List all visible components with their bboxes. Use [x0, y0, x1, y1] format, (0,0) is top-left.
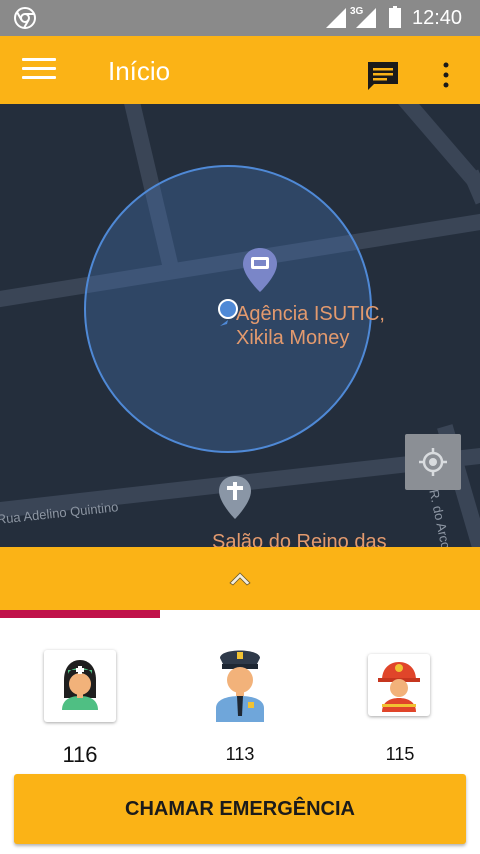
- service-police[interactable]: 113: [160, 618, 320, 768]
- police-officer-icon: [208, 642, 272, 722]
- locate-me-icon: [419, 448, 447, 476]
- cell-signal-icon: [356, 8, 376, 28]
- chrome-icon: [14, 7, 36, 29]
- service-number-115: 115: [385, 744, 415, 764]
- selected-tab-indicator: [0, 610, 160, 618]
- chevron-up-icon[interactable]: [229, 572, 251, 586]
- service-number-116: 116: [62, 742, 98, 767]
- place-label-agencia[interactable]: Agência ISUTIC, Xikila Money: [236, 302, 385, 350]
- more-vert-icon[interactable]: [434, 60, 458, 90]
- call-emergency-button[interactable]: CHAMAR EMERGÊNCIA: [14, 774, 466, 844]
- service-fire[interactable]: 115: [320, 618, 480, 768]
- service-number-113: 113: [225, 744, 255, 764]
- church-pin-icon[interactable]: [219, 476, 251, 519]
- status-bar: 3G 12:40: [0, 0, 480, 36]
- service-ambulance[interactable]: 116: [0, 618, 160, 768]
- place-label-salao[interactable]: Salão do Reino das: [212, 530, 387, 547]
- battery-icon: [389, 6, 401, 28]
- clock: 12:40: [412, 7, 463, 29]
- nurse-icon: [44, 650, 116, 722]
- page-title: Início: [108, 56, 171, 86]
- app-bar: Início: [0, 36, 480, 104]
- expand-panel-bar[interactable]: [0, 547, 480, 610]
- signal-icon: [326, 8, 346, 28]
- locate-me-button[interactable]: [405, 434, 461, 490]
- firefighter-icon: [368, 654, 430, 716]
- menu-icon[interactable]: [22, 58, 56, 82]
- map-view[interactable]: Agência ISUTIC, Xikila Money Salão do Re…: [0, 104, 480, 547]
- chat-icon[interactable]: [366, 60, 400, 92]
